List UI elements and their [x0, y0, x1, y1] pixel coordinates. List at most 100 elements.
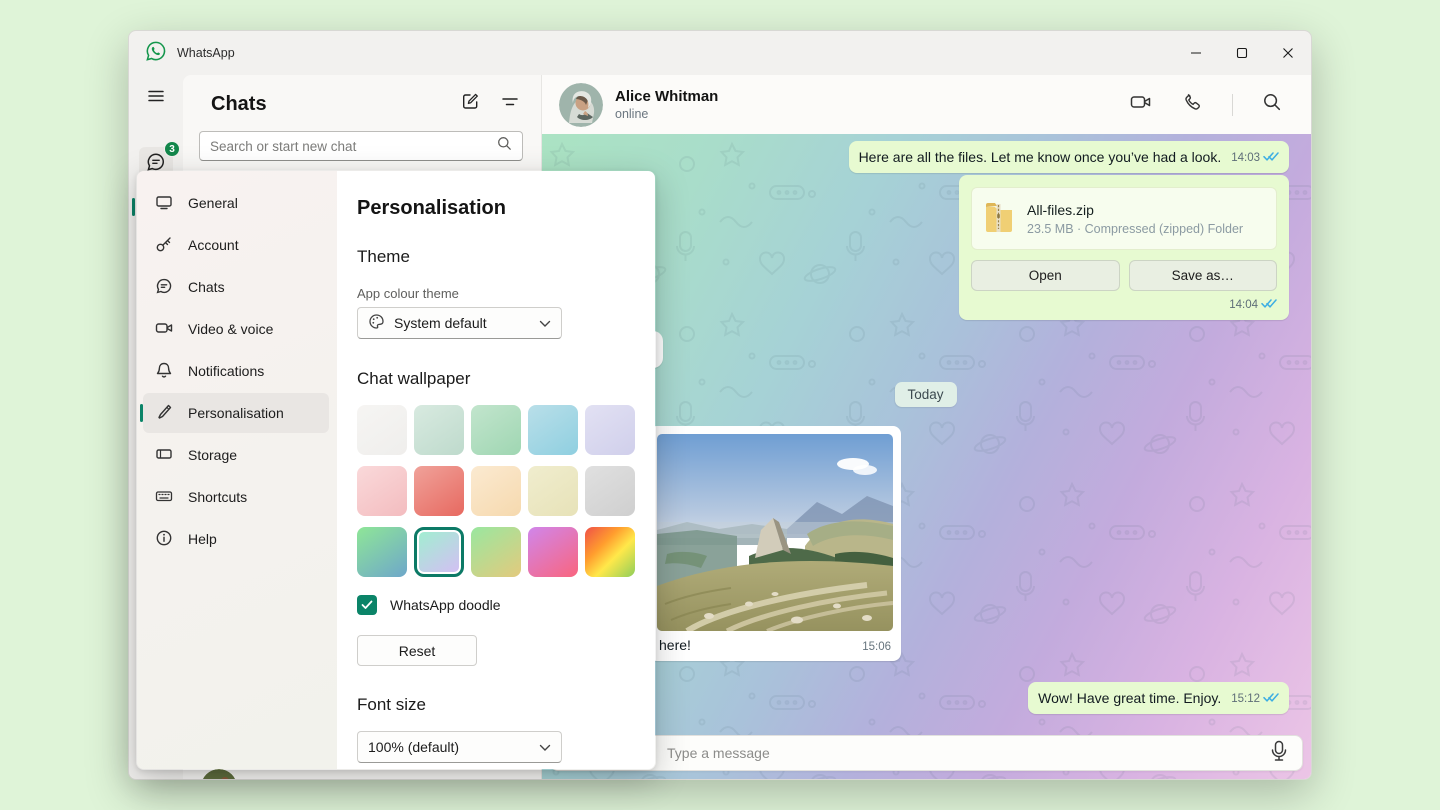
reset-button[interactable]: Reset — [357, 635, 477, 666]
settings-item-general[interactable]: General — [143, 183, 329, 223]
keyboard-icon — [155, 487, 173, 508]
settings-item-video-voice[interactable]: Video & voice — [143, 309, 329, 349]
font-size-dropdown[interactable]: 100% (default) — [357, 731, 562, 763]
search-bar[interactable] — [199, 131, 523, 161]
message-outgoing[interactable]: Here are all the files. Let me know once… — [849, 141, 1289, 173]
settings-item-help[interactable]: Help — [143, 519, 329, 559]
message-file[interactable]: All-files.zip 23.5 MB · Compressed (zipp… — [959, 175, 1289, 320]
wallpaper-swatch-6[interactable] — [357, 466, 407, 516]
storage-icon — [155, 445, 173, 466]
titlebar: WhatsApp — [129, 31, 1311, 75]
settings-item-account[interactable]: Account — [143, 225, 329, 265]
wallpaper-swatch-10[interactable] — [585, 466, 635, 516]
window-title: WhatsApp — [177, 46, 235, 60]
conversation-header: Alice Whitman online — [542, 75, 1311, 134]
video-camera-icon — [1129, 90, 1153, 119]
wallpaper-heading: Chat wallpaper — [357, 369, 635, 389]
theme-heading: Theme — [357, 247, 635, 267]
search-input[interactable] — [210, 139, 497, 154]
search-icon — [1262, 92, 1282, 117]
minimize-button[interactable] — [1173, 31, 1219, 75]
settings-item-notifications[interactable]: Notifications — [143, 351, 329, 391]
wallpaper-swatch-1[interactable] — [357, 405, 407, 455]
wallpaper-swatch-12[interactable] — [414, 527, 464, 577]
settings-item-label: Storage — [188, 447, 237, 463]
chat-time: 9:43 — [502, 779, 525, 780]
open-file-button[interactable]: Open — [971, 260, 1120, 291]
file-card: All-files.zip 23.5 MB · Compressed (zipp… — [971, 187, 1277, 250]
search-icon — [497, 136, 512, 156]
settings-item-label: Help — [188, 531, 217, 547]
filter-chats-button[interactable] — [497, 91, 523, 117]
settings-item-label: Shortcuts — [188, 489, 247, 505]
wallpaper-swatch-14[interactable] — [528, 527, 578, 577]
filter-icon — [500, 92, 520, 117]
close-button[interactable] — [1265, 31, 1311, 75]
settings-item-storage[interactable]: Storage — [143, 435, 329, 475]
settings-item-label: Account — [188, 237, 239, 253]
chat-bubble-icon — [155, 277, 173, 298]
message-time: 15:12 — [1231, 693, 1260, 705]
settings-item-label: General — [188, 195, 238, 211]
wallpaper-swatch-2[interactable] — [414, 405, 464, 455]
new-chat-button[interactable] — [457, 91, 483, 117]
paintbrush-icon — [155, 403, 173, 424]
contact-avatar[interactable] — [559, 83, 603, 127]
photo-mountain-landscape[interactable] — [657, 434, 893, 631]
voice-call-button[interactable] — [1180, 92, 1206, 118]
maximize-button[interactable] — [1219, 31, 1265, 75]
read-receipt-icon — [1263, 692, 1279, 706]
key-icon — [155, 235, 173, 256]
date-divider: Today — [894, 382, 956, 407]
font-size-heading: Font size — [357, 695, 635, 715]
wallpaper-swatch-8[interactable] — [471, 466, 521, 516]
header-divider — [1232, 94, 1233, 116]
search-conversation-button[interactable] — [1259, 92, 1285, 118]
message-outgoing[interactable]: Wow! Have great time. Enjoy. 15:12 — [1028, 682, 1289, 714]
message-time: 15:06 — [862, 641, 891, 653]
microphone-icon[interactable] — [1270, 740, 1288, 767]
message-composer[interactable] — [550, 735, 1303, 771]
compose-icon — [460, 91, 481, 117]
file-meta: 23.5 MB · Compressed (zipped) Folder — [1027, 222, 1243, 236]
wallpaper-swatch-13[interactable] — [471, 527, 521, 577]
personalisation-panel: Personalisation Theme App colour theme S… — [337, 171, 655, 769]
wallpaper-swatch-4[interactable] — [528, 405, 578, 455]
photo-caption: here! — [659, 637, 691, 653]
save-as-button[interactable]: Save as… — [1129, 260, 1278, 291]
unread-badge: 3 — [164, 141, 180, 157]
wallpaper-swatch-15[interactable] — [585, 527, 635, 577]
settings-item-chats[interactable]: Chats — [143, 267, 329, 307]
settings-overlay: General Account Chats Video & voice Noti… — [136, 170, 656, 770]
wallpaper-swatch-11[interactable] — [357, 527, 407, 577]
wallpaper-swatch-5[interactable] — [585, 405, 635, 455]
message-text: Here are all the files. Let me know once… — [859, 149, 1222, 165]
message-time: 14:04 — [1229, 299, 1258, 311]
wallpaper-swatch-9[interactable] — [528, 466, 578, 516]
settings-item-personalisation[interactable]: Personalisation — [143, 393, 329, 433]
chat-name: Ziggy Woodley — [263, 777, 362, 780]
video-call-button[interactable] — [1128, 92, 1154, 118]
phone-icon — [1182, 91, 1204, 118]
message-input[interactable] — [667, 745, 1270, 761]
settings-item-label: Chats — [188, 279, 225, 295]
menu-button[interactable] — [139, 81, 173, 115]
doodle-label: WhatsApp doodle — [390, 597, 501, 613]
font-size-value: 100% (default) — [368, 739, 459, 755]
theme-dropdown[interactable]: System default — [357, 307, 562, 339]
app-colour-label: App colour theme — [357, 286, 635, 301]
contact-status: online — [615, 107, 718, 121]
read-receipt-icon — [1263, 151, 1279, 165]
chat-wallpaper: Here are all the files. Let me know once… — [542, 134, 1311, 779]
settings-item-label: Video & voice — [188, 321, 273, 337]
message-photo[interactable]: here! 15:06 — [649, 426, 901, 661]
avatar — [201, 769, 237, 780]
settings-item-shortcuts[interactable]: Shortcuts — [143, 477, 329, 517]
wallpaper-swatch-7[interactable] — [414, 466, 464, 516]
info-icon — [155, 529, 173, 550]
doodle-checkbox[interactable] — [357, 595, 377, 615]
wallpaper-swatch-3[interactable] — [471, 405, 521, 455]
chevron-down-icon — [539, 315, 551, 331]
wallpaper-swatch-grid — [357, 405, 637, 577]
panel-title: Personalisation — [357, 197, 635, 220]
